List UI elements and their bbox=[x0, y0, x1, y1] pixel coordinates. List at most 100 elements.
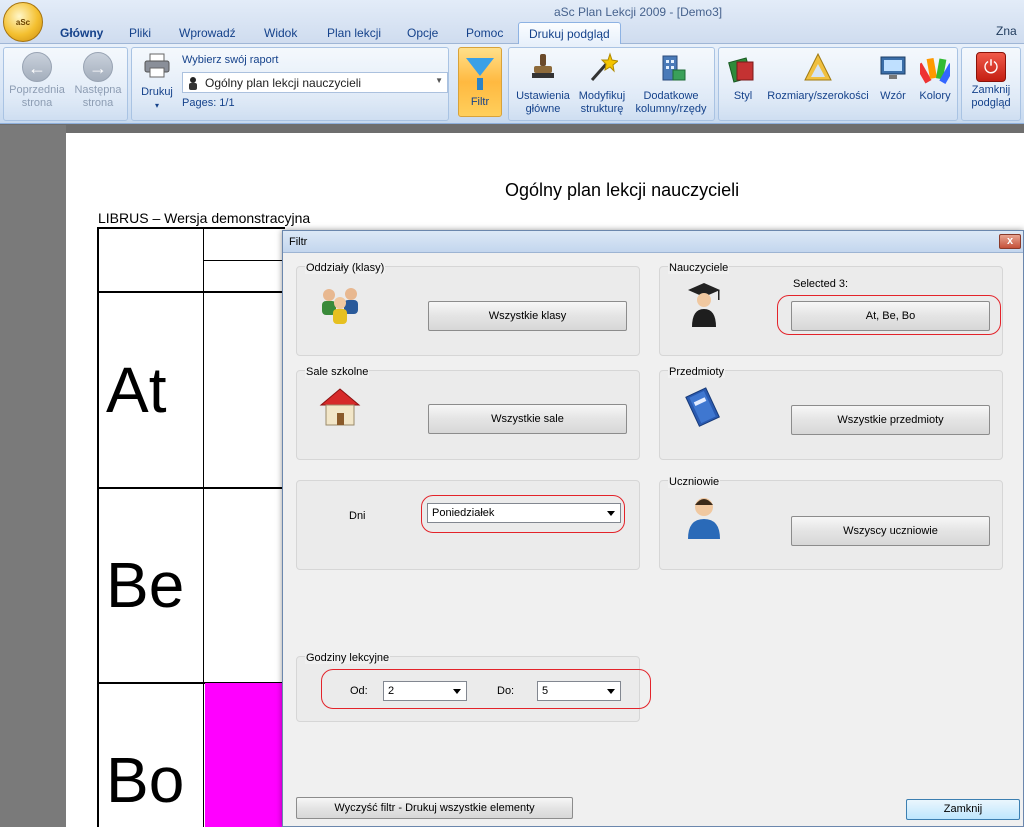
hours-label: Godziny lekcyjne bbox=[305, 652, 391, 664]
extra-columns-button[interactable]: Dodatkowe kolumny/rzędy bbox=[631, 52, 711, 116]
modify-label-2: strukturę bbox=[580, 103, 624, 115]
teacher-row-label: Bo bbox=[106, 744, 185, 816]
table-line bbox=[204, 260, 284, 261]
table-line bbox=[97, 227, 99, 827]
color-palette-icon bbox=[915, 57, 956, 84]
teacher-small-icon bbox=[189, 77, 197, 90]
rooms-panel: Sale szkolne Wszystkie sale bbox=[296, 366, 640, 460]
classes-panel: Oddziały (klasy) Wszystkie klasy bbox=[296, 262, 640, 356]
prev-page-label-1: Poprzednia bbox=[9, 84, 65, 96]
school-house-icon bbox=[319, 388, 361, 426]
report-heading: Wybierz swój raport bbox=[182, 54, 279, 66]
extra-label-2: kolumny/rzędy bbox=[635, 103, 707, 115]
teacher-row-label: At bbox=[106, 354, 167, 426]
report-select[interactable]: Ogólny plan lekcji nauczycieli ▼ bbox=[182, 72, 448, 93]
teacher-graduate-icon bbox=[688, 283, 720, 327]
power-icon: ⏻ bbox=[976, 52, 1006, 82]
pattern-label: Wzór bbox=[880, 90, 906, 102]
lesson-cell bbox=[205, 683, 285, 827]
tab-pomoc[interactable]: Pomoc bbox=[466, 22, 503, 44]
preview-gutter bbox=[0, 125, 66, 827]
print-button[interactable]: Drukuj ▾ bbox=[135, 52, 179, 112]
dialog-title-bar: Filtr x bbox=[283, 231, 1023, 253]
print-label: Drukuj bbox=[141, 86, 173, 98]
colors-button[interactable]: Kolory bbox=[914, 52, 956, 103]
page-subtitle: LIBRUS – Wersja demonstracyjna bbox=[98, 210, 311, 226]
students-panel: Uczniowie Wszyscy uczniowie bbox=[659, 476, 1003, 570]
tab-plan-lekcji[interactable]: Plan lekcji bbox=[327, 22, 381, 44]
tab-wprowadz[interactable]: Wprowadź bbox=[179, 22, 236, 44]
modify-label-1: Modyfikuj bbox=[578, 90, 626, 102]
sizes-button[interactable]: Rozmiary/szerokości bbox=[764, 52, 872, 103]
sizes-label: Rozmiary/szerokości bbox=[767, 90, 869, 102]
report-select-value: Ogólny plan lekcji nauczycieli bbox=[205, 76, 362, 90]
close-preview-button[interactable]: ⏻ Zamknij podgląd bbox=[964, 52, 1018, 110]
rooms-label: Sale szkolne bbox=[305, 366, 370, 378]
books-icon bbox=[728, 57, 754, 83]
highlight-ring bbox=[321, 669, 651, 709]
student-icon bbox=[688, 498, 720, 539]
tab-pliki[interactable]: Pliki bbox=[129, 22, 151, 44]
modify-structure-button[interactable]: Modyfikuj strukturę bbox=[575, 52, 629, 116]
close-dialog-button[interactable]: Zamknij bbox=[906, 799, 1020, 820]
all-rooms-button[interactable]: Wszystkie sale bbox=[428, 404, 627, 434]
highlight-ring bbox=[421, 495, 625, 533]
close-preview-label-1: Zamknij bbox=[971, 84, 1011, 96]
stamp-icon bbox=[532, 54, 554, 78]
prev-page-button[interactable]: ← Poprzednia strona bbox=[6, 52, 68, 110]
funnel-icon bbox=[466, 58, 494, 76]
title-bar: aSc aSc Plan Lekcji 2009 - [Demo3] Zna G… bbox=[0, 0, 1024, 45]
building-columns-icon bbox=[662, 55, 686, 81]
printer-icon bbox=[144, 53, 170, 78]
dialog-close-button[interactable]: x bbox=[999, 234, 1021, 249]
classes-label: Oddziały (klasy) bbox=[305, 262, 386, 274]
arrow-left-icon: ← bbox=[22, 52, 52, 82]
table-line bbox=[97, 227, 285, 229]
students-label: Uczniowie bbox=[668, 476, 721, 488]
style-label: Styl bbox=[733, 90, 753, 102]
next-page-label-2: strona bbox=[82, 97, 114, 109]
funnel-stem bbox=[477, 78, 483, 90]
title-right-text: Zna bbox=[996, 24, 1017, 38]
style-button[interactable]: Styl bbox=[724, 52, 762, 103]
all-classes-button[interactable]: Wszystkie klasy bbox=[428, 301, 627, 331]
app-logo-text: aSc bbox=[15, 17, 31, 27]
tab-widok[interactable]: Widok bbox=[264, 22, 297, 44]
arrow-right-icon: → bbox=[83, 52, 113, 82]
days-label: Dni bbox=[349, 510, 366, 522]
teachers-label: Nauczyciele bbox=[668, 262, 730, 274]
subjects-panel: Przedmioty Wszystkie przedmioty bbox=[659, 366, 1003, 460]
print-dropdown-icon: ▾ bbox=[154, 101, 159, 110]
pages-indicator: Pages: 1/1 bbox=[182, 97, 235, 109]
tab-drukuj-podglad[interactable]: Drukuj podgląd bbox=[518, 22, 621, 45]
extra-label-1: Dodatkowe bbox=[643, 90, 699, 102]
app-menu-button[interactable]: aSc bbox=[3, 2, 43, 42]
main-settings-label-2: główne bbox=[525, 103, 561, 115]
all-students-button[interactable]: Wszyscy uczniowie bbox=[791, 516, 990, 546]
tab-opcje[interactable]: Opcje bbox=[407, 22, 438, 44]
colors-label: Kolory bbox=[919, 90, 951, 102]
dialog-title: Filtr bbox=[289, 236, 308, 248]
clear-filter-button[interactable]: Wyczyść filtr - Drukuj wszystkie element… bbox=[296, 797, 573, 819]
next-page-button[interactable]: → Następna strona bbox=[68, 52, 128, 110]
highlight-ring bbox=[777, 295, 1001, 335]
table-line bbox=[97, 291, 285, 293]
all-subjects-button[interactable]: Wszystkie przedmioty bbox=[791, 405, 990, 435]
pattern-button[interactable]: Wzór bbox=[874, 52, 912, 103]
table-line bbox=[97, 487, 285, 489]
magic-wand-icon bbox=[590, 52, 620, 81]
tab-glowny[interactable]: Główny bbox=[60, 22, 103, 44]
filter-button[interactable]: Filtr bbox=[458, 47, 502, 117]
window-title: aSc Plan Lekcji 2009 - [Demo3] bbox=[554, 5, 723, 19]
prev-page-label-2: strona bbox=[21, 97, 53, 109]
main-settings-button[interactable]: Ustawienia główne bbox=[511, 52, 575, 116]
main-settings-label-1: Ustawienia bbox=[516, 90, 570, 102]
close-preview-label-2: podgląd bbox=[971, 97, 1011, 109]
subjects-label: Przedmioty bbox=[668, 366, 726, 378]
students-group-icon bbox=[322, 288, 358, 324]
teacher-row-label: Be bbox=[106, 549, 185, 621]
teachers-selected-count: Selected 3: bbox=[793, 278, 849, 290]
next-page-label-1: Następna bbox=[74, 84, 122, 96]
page-title: Ogólny plan lekcji nauczycieli bbox=[505, 180, 740, 200]
filter-dialog: Filtr x Oddziały (klasy) Wszystkie klasy… bbox=[282, 230, 1024, 827]
